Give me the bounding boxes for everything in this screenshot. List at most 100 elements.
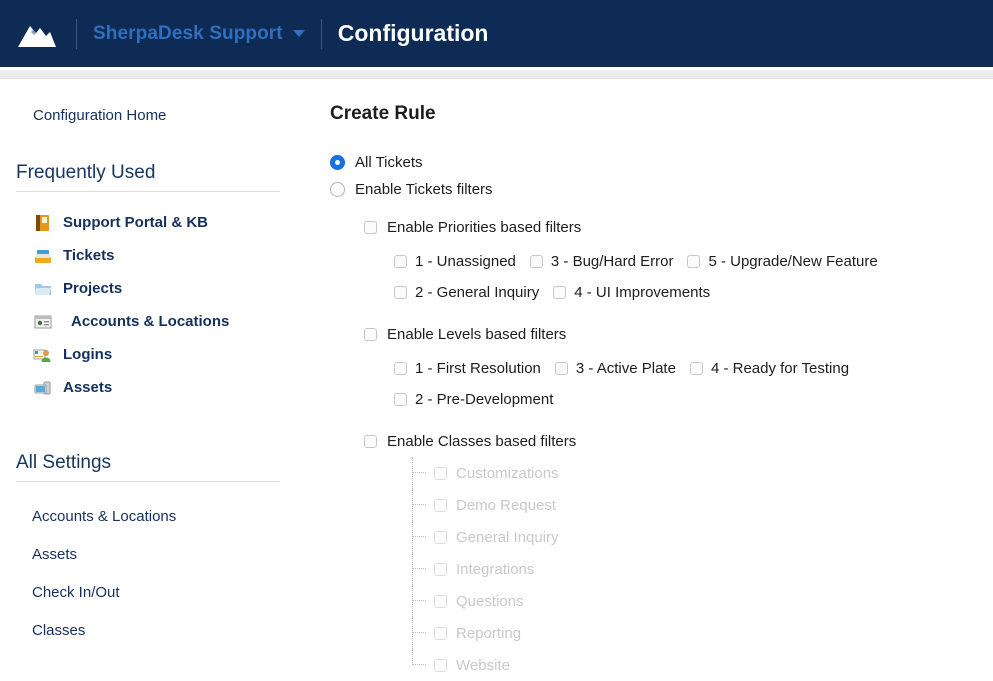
checkbox-class-reporting-input [434,627,447,640]
tree-item-reporting: Reporting [408,617,993,649]
radio-all-tickets-input[interactable] [330,155,345,170]
checkbox-level-3[interactable]: 3 - Active Plate [555,353,676,384]
radio-option-enable-tickets-filters[interactable]: Enable Tickets filters [330,176,993,203]
tree-item-general-inquiry: General Inquiry [408,521,993,553]
checkbox-priority-3[interactable]: 3 - Bug/Hard Error [530,246,674,277]
sidebar-item-logins[interactable]: Logins [0,338,318,371]
checkbox-priority-3-label: 3 - Bug/Hard Error [551,253,674,270]
radio-enable-tickets-filters-label: Enable Tickets filters [355,181,493,198]
chevron-down-icon [293,30,305,37]
sidebar-item-tickets[interactable]: Tickets [0,239,318,272]
checkbox-priority-4[interactable]: 4 - UI Improvements [553,277,710,308]
checkbox-priority-5-input[interactable] [687,255,700,268]
sidebar-item-label: Tickets [63,247,114,264]
account-window-icon [32,311,54,333]
tree-item-label: Reporting [456,625,521,642]
top-navigation-bar: SherpaDesk Support Configuration [0,0,993,67]
sidebar-item-label: Accounts & Locations [63,313,229,330]
radio-enable-tickets-filters-input[interactable] [330,182,345,197]
checkbox-level-4[interactable]: 4 - Ready for Testing [690,353,849,384]
checkbox-level-3-input[interactable] [555,362,568,375]
checkbox-level-4-input[interactable] [690,362,703,375]
tree-item-questions: Questions [408,585,993,617]
tree-connector-icon [408,521,430,553]
classes-tree: Customizations Demo Request General Inqu… [364,454,993,681]
account-switcher-label: SherpaDesk Support [93,23,283,45]
sidebar-item-support-portal-kb[interactable]: Support Portal & KB [0,206,318,239]
priorities-options-list: 1 - Unassigned 3 - Bug/Hard Error 5 - Up… [364,240,993,308]
sidebar-item-configuration-home[interactable]: Configuration Home [0,107,318,124]
checkbox-level-2-input[interactable] [394,393,407,406]
checkbox-priority-1[interactable]: 1 - Unassigned [394,246,516,277]
levels-filter-group: Enable Levels based filters 1 - First Re… [330,322,993,415]
checkbox-level-3-label: 3 - Active Plate [576,360,676,377]
sidebar: Configuration Home Frequently Used Suppo… [0,79,318,668]
checkbox-level-4-label: 4 - Ready for Testing [711,360,849,377]
sidebar-section-all-settings: All Settings Accounts & Locations Assets… [0,452,318,650]
tree-item-label: Website [456,657,510,674]
sidebar-item-label: Support Portal & KB [63,214,208,231]
radio-option-all-tickets[interactable]: All Tickets [330,149,993,176]
tree-connector-icon [408,457,430,489]
header-divider-2 [321,19,322,49]
tree-item-website: Website [408,649,993,681]
tree-item-label: Demo Request [456,497,556,514]
sidebar-section-title-all-settings: All Settings [0,452,318,474]
tree-item-integrations: Integrations [408,553,993,585]
folder-icon [32,278,54,300]
checkbox-priority-4-input[interactable] [553,286,566,299]
levels-options-list: 1 - First Resolution 3 - Active Plate 4 … [364,347,993,415]
checkbox-enable-priorities-filters[interactable]: Enable Priorities based filters [364,215,993,240]
checkbox-priority-4-label: 4 - UI Improvements [574,284,710,301]
sidebar-item-label: Assets [63,379,112,396]
sidebar-all-settings-list: Accounts & Locations Assets Check In/Out… [0,482,318,650]
tree-item-label: Integrations [456,561,534,578]
sidebar-section-frequently-used: Frequently Used Support Portal & KB [0,162,318,404]
sidebar-item-assets-setting[interactable]: Assets [0,536,318,574]
checkbox-priority-2-input[interactable] [394,286,407,299]
sidebar-item-accounts-locations[interactable]: Accounts & Locations [0,305,318,338]
checkbox-priority-3-input[interactable] [530,255,543,268]
tree-connector-icon [408,649,430,681]
mountain-logo-icon[interactable] [14,17,60,51]
sidebar-item-projects[interactable]: Projects [0,272,318,305]
checkbox-level-1[interactable]: 1 - First Resolution [394,353,541,384]
sidebar-item-assets[interactable]: Assets [0,371,318,404]
checkbox-enable-priorities-filters-input[interactable] [364,221,377,234]
checkbox-priority-1-input[interactable] [394,255,407,268]
checkbox-enable-levels-filters-label: Enable Levels based filters [387,326,566,343]
sidebar-item-classes-setting[interactable]: Classes [0,612,318,650]
radio-all-tickets-label: All Tickets [355,154,423,171]
checkbox-priority-5[interactable]: 5 - Upgrade/New Feature [687,246,877,277]
checkbox-priority-1-label: 1 - Unassigned [415,253,516,270]
checkbox-class-demo-request-input [434,499,447,512]
page-title: Configuration [338,20,489,47]
tree-connector-icon [408,585,430,617]
sidebar-item-label: Logins [63,346,112,363]
checkbox-enable-classes-filters-input[interactable] [364,435,377,448]
checkbox-class-questions-input [434,595,447,608]
tree-item-label: Customizations [456,465,559,482]
checkbox-enable-classes-filters-label: Enable Classes based filters [387,433,576,450]
tree-item-customizations: Customizations [408,457,993,489]
sidebar-item-accounts-locations-setting[interactable]: Accounts & Locations [0,498,318,536]
secondary-bar [0,70,993,79]
checkbox-priority-2-label: 2 - General Inquiry [415,284,539,301]
account-switcher[interactable]: SherpaDesk Support [93,23,305,45]
checkbox-class-customizations-input [434,467,447,480]
checkbox-enable-levels-filters-input[interactable] [364,328,377,341]
checkbox-level-1-input[interactable] [394,362,407,375]
checkbox-enable-classes-filters[interactable]: Enable Classes based filters [364,429,993,454]
computer-monitor-icon [32,377,54,399]
tickets-tray-icon [32,245,54,267]
tree-item-label: General Inquiry [456,529,559,546]
checkbox-level-2[interactable]: 2 - Pre-Development [394,384,553,415]
checkbox-class-website-input [434,659,447,672]
sidebar-item-check-in-out-setting[interactable]: Check In/Out [0,574,318,612]
checkbox-level-1-label: 1 - First Resolution [415,360,541,377]
classes-filter-group: Enable Classes based filters Customizati… [330,429,993,681]
page-body: Configuration Home Frequently Used Suppo… [0,79,993,668]
sidebar-section-title-frequently-used: Frequently Used [0,162,318,184]
checkbox-enable-levels-filters[interactable]: Enable Levels based filters [364,322,993,347]
checkbox-priority-2[interactable]: 2 - General Inquiry [394,277,539,308]
